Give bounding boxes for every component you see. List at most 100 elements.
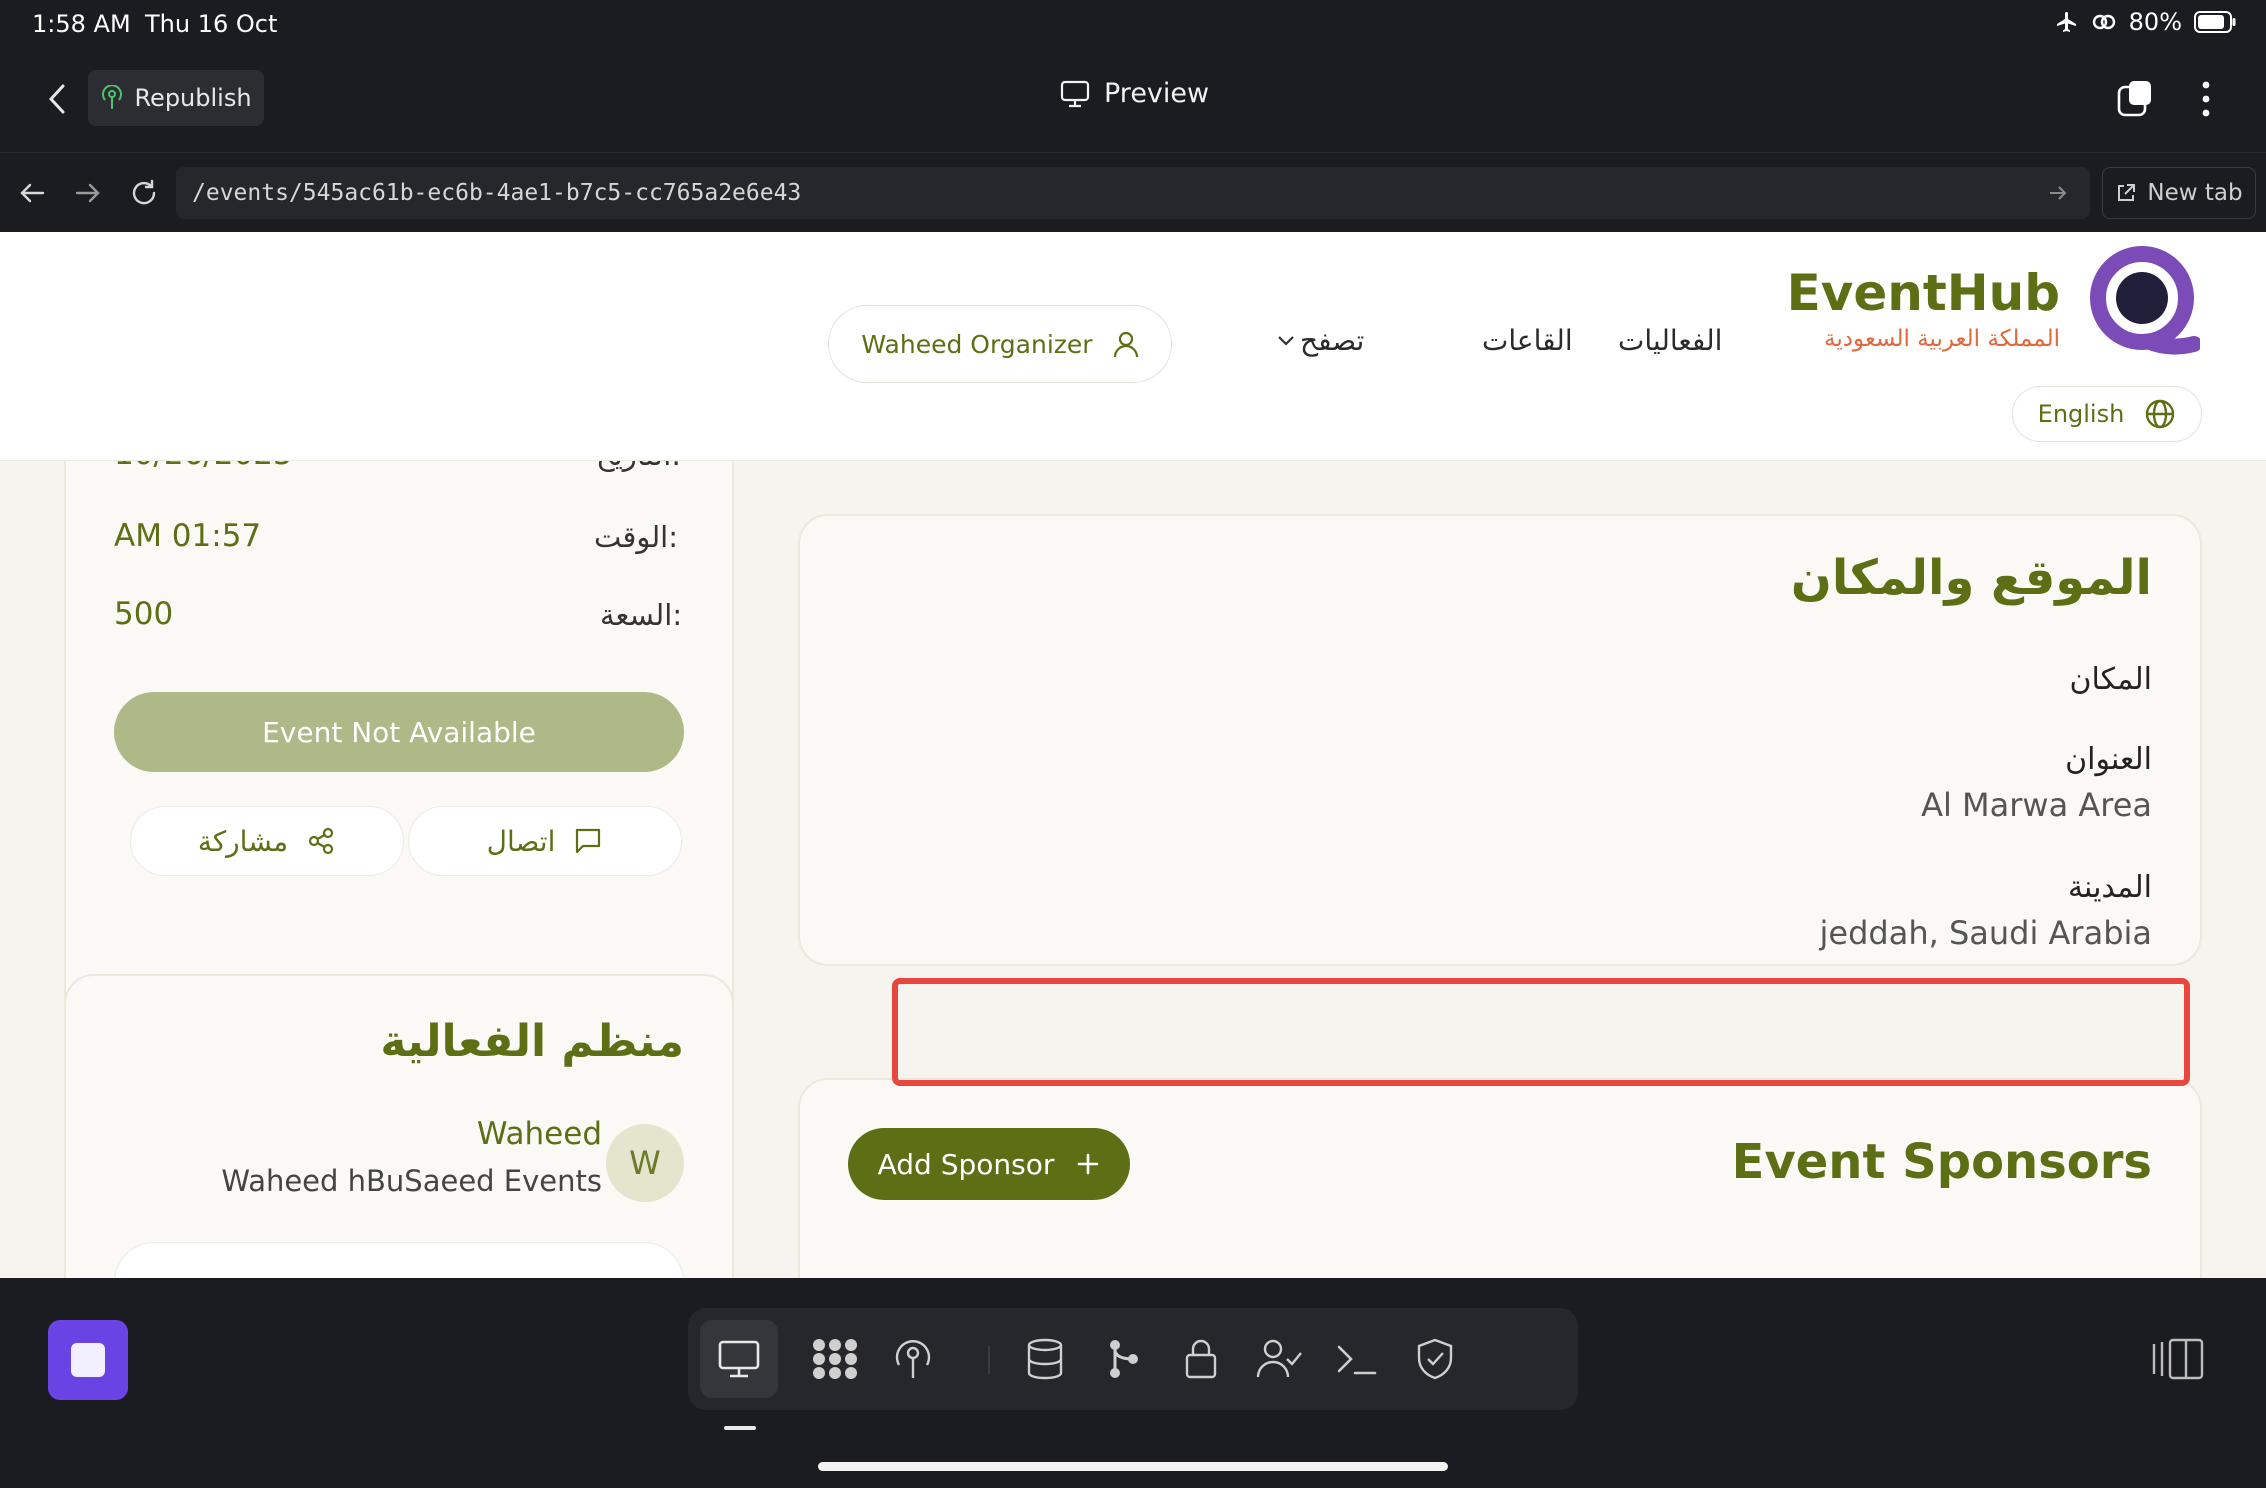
plus-icon <box>1076 1152 1100 1176</box>
city-label: المدينة <box>2067 870 2152 905</box>
active-tool-indicator <box>724 1426 756 1430</box>
add-sponsor-label: Add Sponsor <box>877 1147 1055 1181</box>
event-capacity-label: السعة: <box>600 598 683 632</box>
contact-label: اتصال <box>486 824 556 858</box>
browser-back-button[interactable] <box>12 173 52 213</box>
home-indicator <box>818 1462 1448 1471</box>
stop-icon <box>71 1343 105 1377</box>
tool-secrets[interactable] <box>1162 1320 1240 1398</box>
external-link-icon <box>2115 182 2137 204</box>
republish-button[interactable]: Republish <box>88 70 264 126</box>
new-tab-button[interactable]: New tab <box>2102 167 2256 219</box>
terminal-icon <box>1337 1345 1377 1375</box>
status-bar: 1:58 AM Thu 16 Oct 80% <box>0 0 2266 52</box>
reload-button[interactable] <box>124 173 164 213</box>
message-icon <box>573 826 603 856</box>
arrow-left-icon <box>20 183 45 203</box>
window-switch-button[interactable] <box>2110 74 2160 124</box>
site-header: EventHub المملكة العربية السعودية الفعال… <box>0 232 2266 461</box>
organizer-name[interactable]: Waheed <box>477 1116 602 1152</box>
link-icon <box>2091 10 2117 34</box>
branch-icon <box>1110 1340 1138 1378</box>
republish-label: Republish <box>134 84 252 112</box>
url-input[interactable]: /events/545ac61b-ec6b-4ae1-b7c5-cc765a2e… <box>176 167 2090 219</box>
browser-forward-button[interactable] <box>68 173 108 213</box>
globe-icon <box>2144 398 2176 430</box>
highlight-annotation-box <box>892 978 2190 1086</box>
organizer-title: منظم الفعالية <box>380 1016 684 1067</box>
sponsors-title: Event Sponsors <box>1731 1134 2152 1190</box>
nav-link-halls[interactable]: القاعات <box>1482 324 1573 357</box>
stop-button[interactable] <box>48 1320 128 1400</box>
more-options-button[interactable] <box>2186 74 2226 124</box>
url-text: /events/545ac61b-ec6b-4ae1-b7c5-cc765a2e… <box>192 180 802 206</box>
address-label: العنوان <box>2065 742 2152 777</box>
event-time-value: AM 01:57 <box>114 518 262 554</box>
reload-icon <box>132 179 156 205</box>
nav-link-events[interactable]: الفعاليات <box>1618 324 1722 357</box>
arrow-right-icon <box>75 183 100 203</box>
airplane-icon <box>2055 10 2079 34</box>
back-button[interactable] <box>30 72 84 126</box>
new-tab-label: New tab <box>2147 180 2243 206</box>
event-not-available-button[interactable]: Event Not Available <box>114 692 684 772</box>
event-capacity-value: 500 <box>114 596 174 632</box>
user-name-label: Waheed Organizer <box>861 329 1093 359</box>
battery-icon <box>2194 11 2236 33</box>
web-preview: EventHub المملكة العربية السعودية الفعال… <box>0 232 2266 1278</box>
brand-logo[interactable] <box>2090 246 2200 374</box>
tool-users[interactable] <box>1240 1320 1318 1398</box>
venue-label: المكان <box>2069 662 2152 697</box>
editor-dock <box>0 1278 2266 1488</box>
nav-browse-dropdown[interactable]: تصفح <box>1276 324 1364 357</box>
layout-toggle-button[interactable] <box>2150 1334 2206 1384</box>
nav-browse-label: تصفح <box>1300 324 1365 357</box>
shield-check-icon <box>1417 1338 1453 1380</box>
share-icon <box>306 826 336 856</box>
tool-security[interactable] <box>1396 1320 1474 1398</box>
tool-shell[interactable] <box>1318 1320 1396 1398</box>
editor-top-bar: Republish Preview <box>0 52 2266 152</box>
preview-title: Preview <box>1060 78 1209 109</box>
organizer-company: Waheed hBuSaeed Events <box>221 1164 602 1198</box>
share-label: مشاركة <box>197 824 289 858</box>
share-button[interactable]: مشاركة <box>130 806 404 876</box>
tool-integrations[interactable] <box>796 1320 874 1398</box>
event-time-label: الوقت: <box>594 520 678 554</box>
lock-icon <box>1185 1339 1217 1379</box>
address-value: Al Marwa Area <box>1921 786 2152 824</box>
toolbar-divider <box>988 1346 990 1374</box>
antenna-icon <box>100 85 124 111</box>
more-vertical-icon <box>2202 81 2210 117</box>
tool-database[interactable] <box>1006 1320 1084 1398</box>
grid-blob-icon <box>813 1339 857 1379</box>
status-time: 1:58 AM <box>32 10 131 38</box>
tool-preview[interactable] <box>700 1320 778 1398</box>
language-switch-button[interactable]: English <box>2012 386 2202 442</box>
status-indicators: 80% <box>2055 8 2236 36</box>
chevron-left-icon <box>48 84 65 114</box>
go-arrow-icon[interactable] <box>2048 183 2068 203</box>
windows-icon <box>2117 81 2151 117</box>
contact-button[interactable]: اتصال <box>408 806 682 876</box>
preview-label: Preview <box>1104 78 1210 109</box>
tool-bar <box>688 1308 1578 1410</box>
organizer-avatar: W <box>606 1124 684 1202</box>
tool-git[interactable] <box>1084 1320 1162 1398</box>
chevron-down-icon <box>1276 334 1296 348</box>
status-date: Thu 16 Oct <box>145 10 278 38</box>
monitor-icon <box>718 1340 760 1378</box>
database-icon <box>1027 1338 1063 1380</box>
panels-icon <box>2152 1338 2204 1380</box>
brand-name[interactable]: EventHub <box>1787 264 2060 322</box>
organizer-contact-button[interactable] <box>114 1242 684 1278</box>
location-title: الموقع والمكان <box>1790 550 2152 606</box>
antenna-icon <box>895 1340 931 1378</box>
battery-percent: 80% <box>2128 8 2182 36</box>
tool-publish[interactable] <box>874 1320 952 1398</box>
user-menu-button[interactable]: Waheed Organizer <box>828 305 1172 383</box>
user-icon <box>1113 330 1139 358</box>
browser-url-bar: /events/545ac61b-ec6b-4ae1-b7c5-cc765a2e… <box>0 152 2266 233</box>
brand-subtitle: المملكة العربية السعودية <box>1824 326 2060 352</box>
add-sponsor-button[interactable]: Add Sponsor <box>848 1128 1130 1200</box>
